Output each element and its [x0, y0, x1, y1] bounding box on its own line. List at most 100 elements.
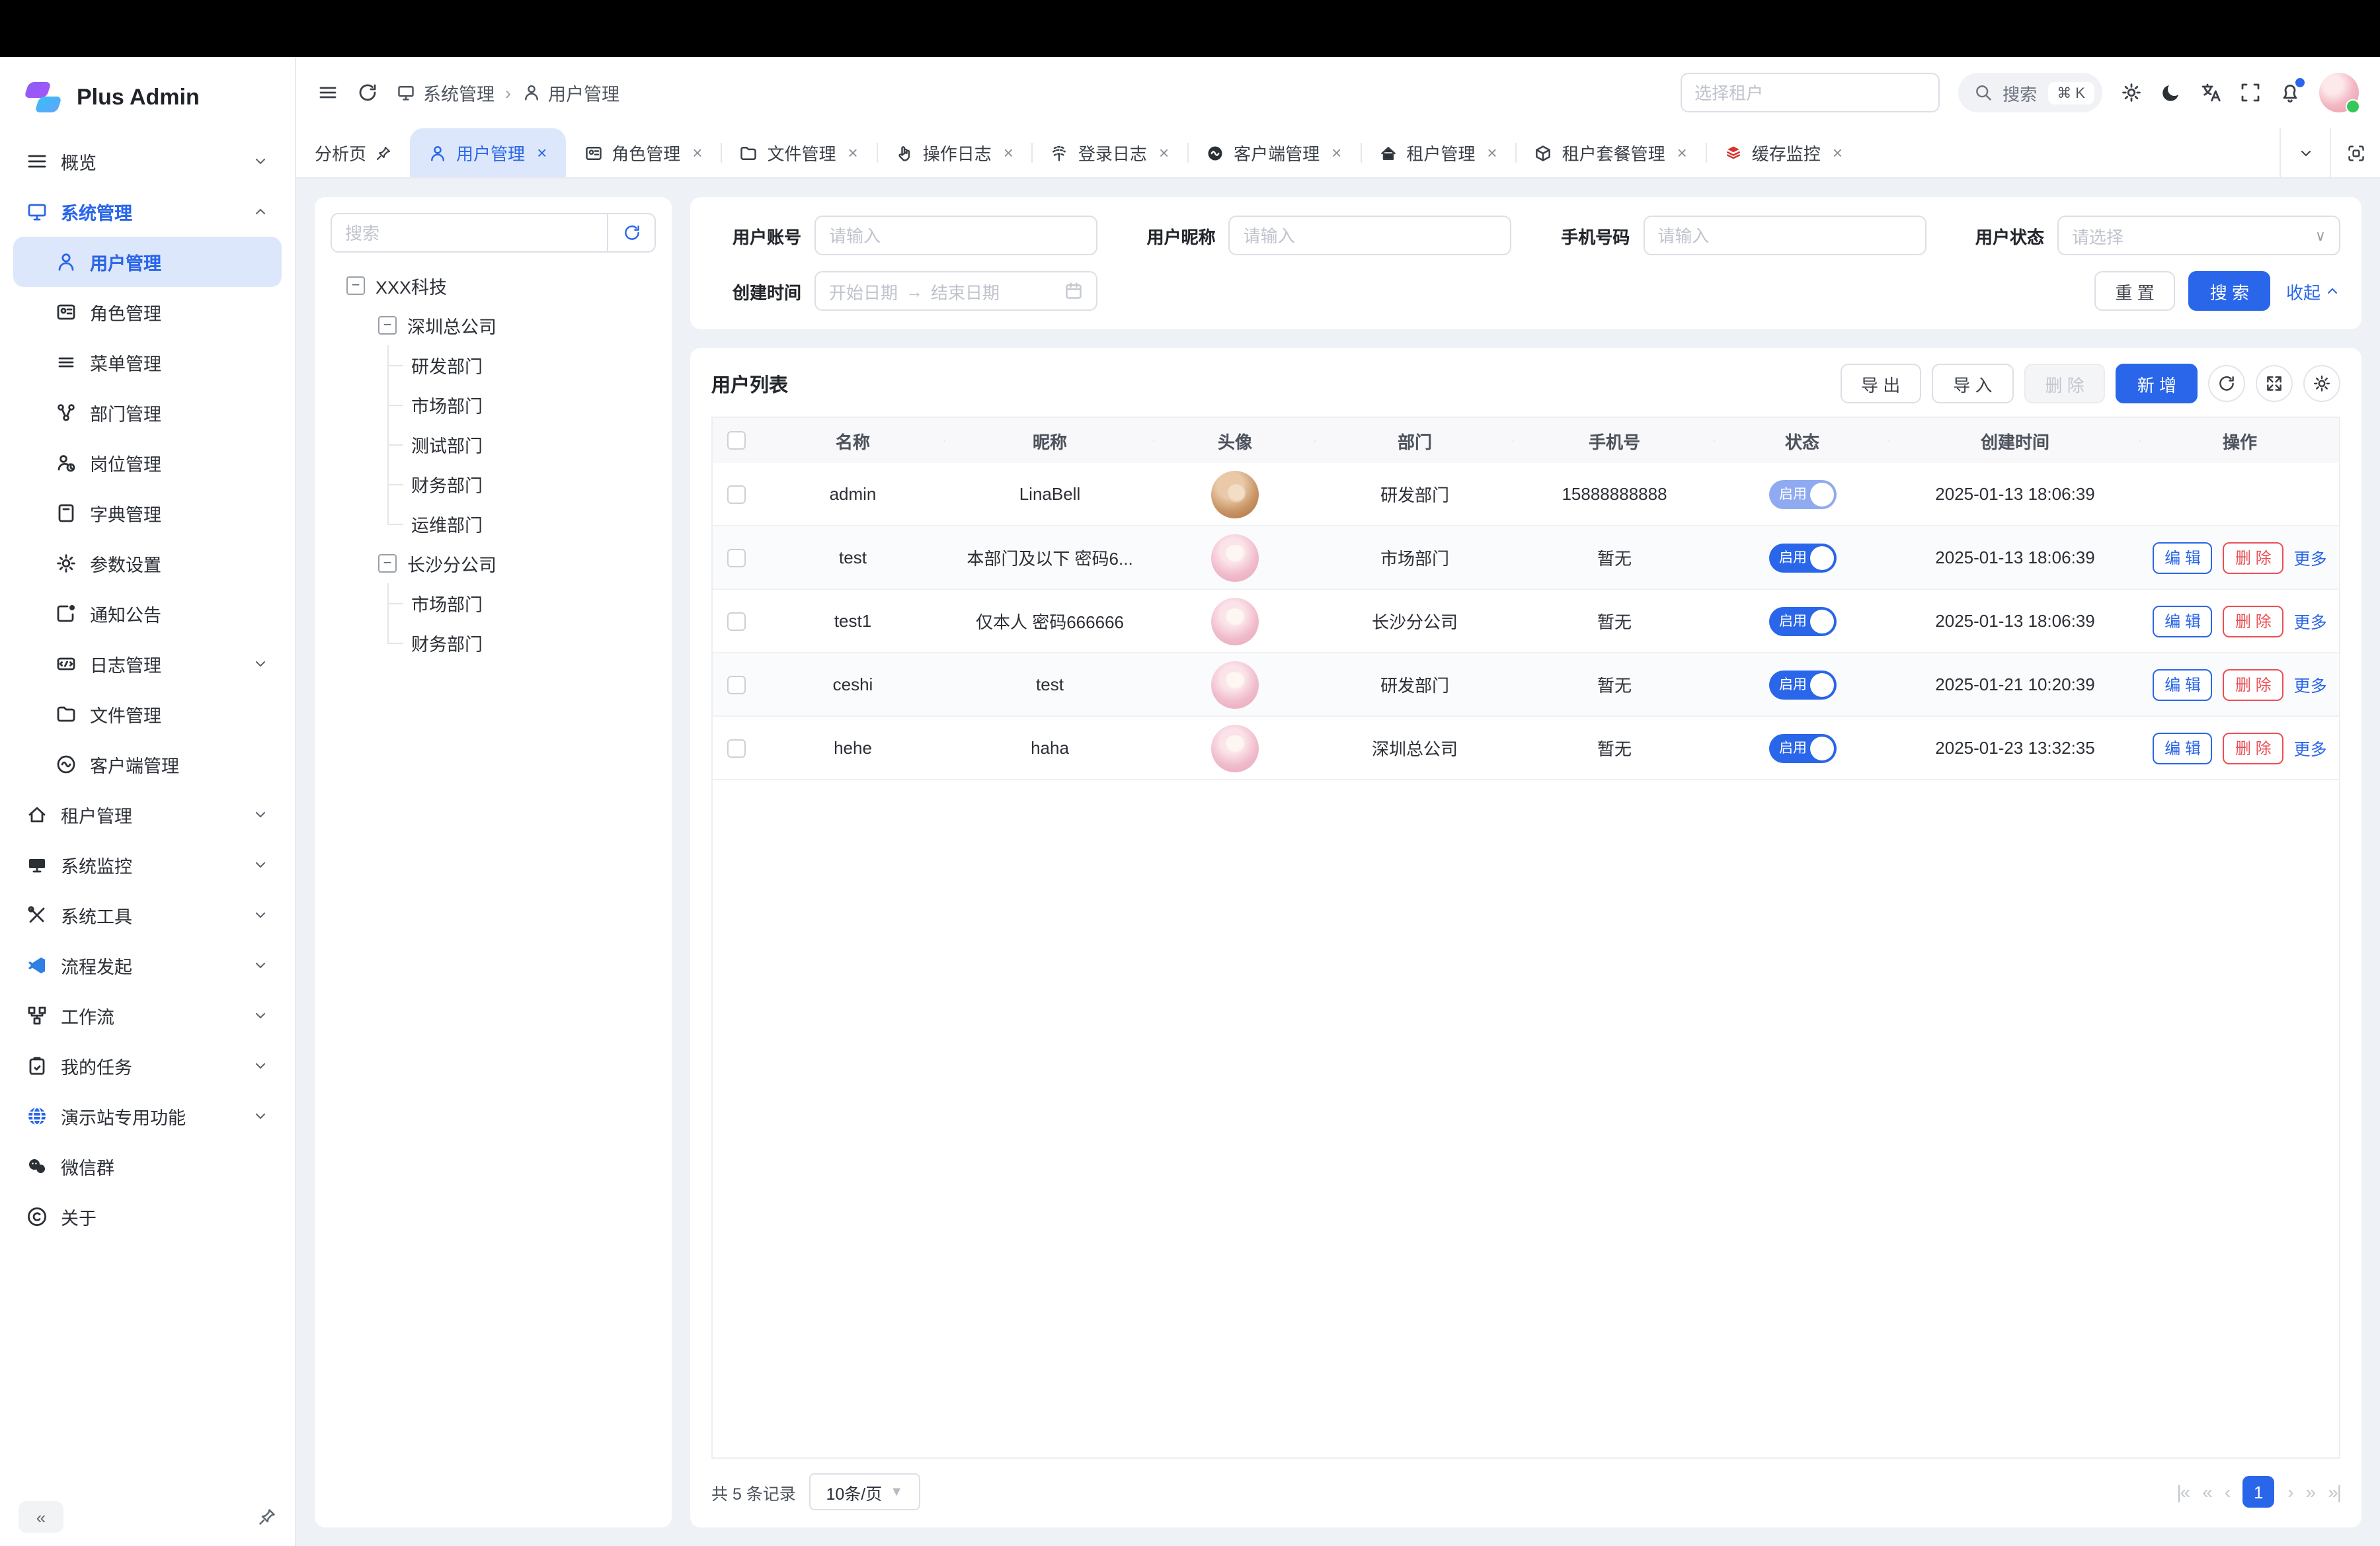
col-header-name[interactable]: 名称 [760, 428, 945, 453]
hamburger-icon[interactable] [317, 82, 338, 103]
breadcrumb-root[interactable]: 系统管理 [423, 79, 495, 106]
sidebar-item-menu-mgmt[interactable]: 菜单管理 [13, 337, 282, 387]
batch-delete-button[interactable]: 删 除 [2024, 364, 2106, 403]
pin-icon[interactable] [376, 145, 391, 161]
more-button[interactable]: 更多 [2294, 672, 2327, 697]
sidebar-item-dept-mgmt[interactable]: 部门管理 [13, 387, 282, 438]
tab-operation-log[interactable]: 操作日志 × [877, 128, 1032, 177]
first-page-button[interactable]: |« [2176, 1481, 2189, 1502]
tab-client-mgmt[interactable]: 客户端管理 × [1187, 128, 1360, 177]
phone-input[interactable] [1643, 216, 1926, 255]
tree-search-input[interactable] [332, 214, 607, 251]
tree-expander-icon[interactable]: − [378, 554, 397, 573]
sidebar-item-file-mgmt[interactable]: 文件管理 [13, 689, 282, 739]
close-icon[interactable]: × [692, 143, 702, 163]
row-checkbox[interactable] [727, 548, 746, 567]
account-input[interactable] [814, 216, 1097, 255]
tab-analysis[interactable]: 分析页 [296, 128, 410, 177]
sidebar-item-demo-features[interactable]: 演示站专用功能 [13, 1091, 282, 1141]
sidebar-item-role-mgmt[interactable]: 角色管理 [13, 287, 282, 337]
col-header-status[interactable]: 状态 [1715, 428, 1889, 453]
tree-expander-icon[interactable]: − [346, 276, 365, 295]
more-button[interactable]: 更多 [2294, 608, 2327, 633]
row-checkbox[interactable] [727, 612, 746, 630]
content-fullscreen-button[interactable] [2330, 128, 2380, 177]
prev-page-button[interactable]: ‹ [2225, 1481, 2229, 1502]
app-logo[interactable]: Plus Admin [0, 70, 295, 136]
status-toggle[interactable]: 启用 [1768, 670, 1836, 699]
sidebar-item-dict-mgmt[interactable]: 字典管理 [13, 488, 282, 538]
sidebar-collapse-button[interactable]: « [19, 1501, 63, 1533]
nickname-input[interactable] [1229, 216, 1512, 255]
collapse-filters-link[interactable]: 收起 [2286, 278, 2340, 304]
close-icon[interactable]: × [1331, 143, 1341, 163]
sidebar-item-wechat-group[interactable]: 微信群 [13, 1141, 282, 1192]
settings-button[interactable] [2121, 82, 2142, 103]
col-header-avatar[interactable]: 头像 [1154, 428, 1316, 453]
tab-cache-monitor[interactable]: 缓存监控 × [1706, 128, 1861, 177]
sidebar-item-param-settings[interactable]: 参数设置 [13, 538, 282, 589]
sidebar-item-tenant-mgmt[interactable]: 租户管理 [13, 790, 282, 840]
search-button[interactable]: 搜 索 [2189, 271, 2270, 311]
tree-node-branch[interactable]: − 长沙分公司 [331, 544, 656, 583]
global-search[interactable]: 搜索 ⌘ K [1958, 73, 2102, 112]
last-page-button[interactable]: »| [2328, 1481, 2340, 1502]
edit-button[interactable]: 编 辑 [2153, 605, 2213, 637]
sidebar-item-flow-start[interactable]: 流程发起 [13, 940, 282, 991]
fullscreen-button[interactable] [2240, 82, 2261, 103]
tab-role-mgmt[interactable]: 角色管理 × [565, 128, 721, 177]
delete-button[interactable]: 删 除 [2223, 732, 2283, 764]
tab-file-mgmt[interactable]: 文件管理 × [721, 128, 876, 177]
row-checkbox[interactable] [727, 675, 746, 694]
fast-next-button[interactable]: » [2306, 1481, 2315, 1502]
notifications-button[interactable] [2280, 82, 2301, 103]
user-avatar[interactable] [2319, 73, 2359, 112]
tree-node-leaf[interactable]: 测试部门 [387, 425, 656, 464]
col-header-dept[interactable]: 部门 [1316, 428, 1514, 453]
status-toggle[interactable]: 启用 [1768, 543, 1836, 572]
import-button[interactable]: 导 入 [1932, 364, 2013, 403]
tab-tenant-package-mgmt[interactable]: 租户套餐管理 × [1516, 128, 1706, 177]
close-icon[interactable]: × [848, 143, 858, 163]
tree-node-leaf[interactable]: 市场部门 [387, 583, 656, 623]
sidebar-item-user-mgmt[interactable]: 用户管理 [13, 237, 282, 287]
sidebar-item-log-mgmt[interactable]: 日志管理 [13, 639, 282, 689]
delete-button[interactable]: 删 除 [2223, 542, 2283, 573]
current-page[interactable]: 1 [2242, 1476, 2274, 1508]
edit-button[interactable]: 编 辑 [2153, 542, 2213, 573]
tree-node-leaf[interactable]: 财务部门 [387, 464, 656, 504]
status-select[interactable]: 请选择 ∨ [2057, 216, 2340, 255]
sidebar-pin-button[interactable] [258, 1508, 276, 1526]
sidebar-item-sys-tools[interactable]: 系统工具 [13, 890, 282, 940]
tree-node-branch[interactable]: − 深圳总公司 [331, 305, 656, 345]
col-header-phone[interactable]: 手机号 [1514, 428, 1715, 453]
reset-button[interactable]: 重 置 [2094, 271, 2175, 311]
tab-list-dropdown-button[interactable] [2280, 128, 2330, 177]
col-header-created[interactable]: 创建时间 [1889, 428, 2141, 453]
row-checkbox[interactable] [727, 739, 746, 757]
status-toggle[interactable]: 启用 [1768, 606, 1836, 635]
delete-button[interactable]: 删 除 [2223, 605, 2283, 637]
close-icon[interactable]: × [1487, 143, 1497, 163]
sidebar-item-notice[interactable]: 通知公告 [13, 589, 282, 639]
sidebar-item-about[interactable]: 关于 [13, 1192, 282, 1242]
table-refresh-button[interactable] [2208, 365, 2245, 402]
column-settings-button[interactable] [2303, 365, 2340, 402]
close-icon[interactable]: × [537, 143, 547, 163]
tab-user-mgmt[interactable]: 用户管理 × [410, 128, 565, 177]
tab-login-log[interactable]: 登录日志 × [1032, 128, 1187, 177]
more-button[interactable]: 更多 [2294, 545, 2327, 570]
sidebar-item-client-mgmt[interactable]: 客户端管理 [13, 739, 282, 790]
tree-expander-icon[interactable]: − [378, 316, 397, 335]
sidebar-item-workflow[interactable]: 工作流 [13, 991, 282, 1041]
tree-node-leaf[interactable]: 研发部门 [387, 345, 656, 385]
close-icon[interactable]: × [1677, 143, 1687, 163]
sidebar-item-overview[interactable]: 概览 [13, 136, 282, 186]
dark-mode-toggle[interactable] [2161, 82, 2182, 103]
close-icon[interactable]: × [1159, 143, 1169, 163]
refresh-icon[interactable] [357, 82, 378, 103]
add-button[interactable]: 新 增 [2116, 364, 2198, 403]
tree-node-leaf[interactable]: 市场部门 [387, 385, 656, 425]
tree-node-root[interactable]: − XXX科技 [331, 266, 656, 305]
sidebar-item-post-mgmt[interactable]: 岗位管理 [13, 438, 282, 488]
